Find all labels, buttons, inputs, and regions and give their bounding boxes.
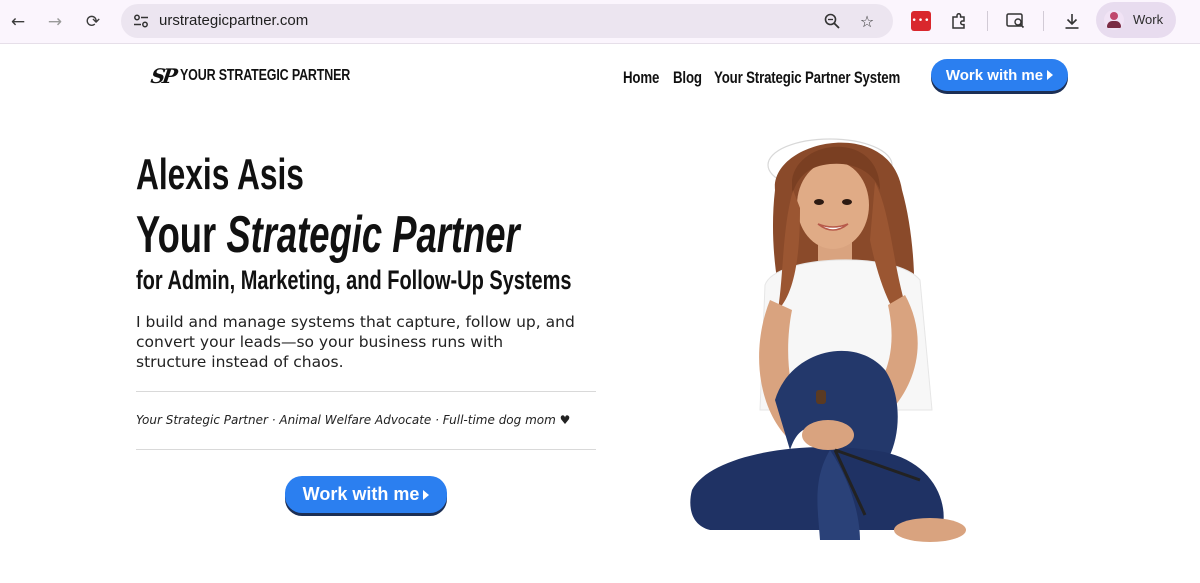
reload-icon[interactable]: ⟳ bbox=[79, 8, 107, 36]
site-logo[interactable]: SP YOUR STRATEGIC PARTNER bbox=[149, 64, 399, 88]
forward-arrow-icon[interactable]: → bbox=[41, 8, 69, 36]
logo-text: YOUR STRATEGIC PARTNER bbox=[180, 67, 351, 84]
profile-label: Work bbox=[1133, 12, 1164, 27]
browser-toolbar: ← → ⟳ urstrategicpartner.com ☆ ••• Work bbox=[0, 0, 1200, 44]
jeans-seated-leg bbox=[690, 446, 944, 530]
hero-work-with-me-button[interactable]: Work with me bbox=[285, 476, 447, 513]
divider-top bbox=[136, 391, 596, 392]
header-work-with-me-button[interactable]: Work with me bbox=[931, 59, 1068, 91]
nav-link-home[interactable]: Home bbox=[623, 68, 659, 88]
site-settings-icon[interactable] bbox=[131, 11, 151, 31]
foot bbox=[894, 518, 966, 542]
address-bar[interactable]: urstrategicpartner.com ☆ bbox=[121, 4, 893, 38]
header-cta-label: Work with me bbox=[945, 66, 1044, 84]
nav-link-blog[interactable]: Blog bbox=[673, 68, 702, 88]
hero-cta-label: Work with me bbox=[302, 484, 420, 504]
zoom-icon[interactable] bbox=[821, 10, 843, 32]
face bbox=[797, 161, 869, 249]
hero-headline: Your Strategic Partner bbox=[136, 205, 520, 265]
hero-body-text: I build and manage systems that capture,… bbox=[136, 313, 575, 371]
tab-search-icon[interactable] bbox=[1004, 9, 1028, 33]
hero-name: Alexis Asis bbox=[136, 150, 304, 199]
profile-chip[interactable]: Work bbox=[1096, 2, 1176, 38]
divider-bottom bbox=[136, 449, 596, 450]
clasped-hands bbox=[802, 420, 854, 450]
right-eye bbox=[842, 199, 852, 205]
profile-avatar-icon bbox=[1104, 10, 1124, 30]
back-arrow-icon[interactable]: ← bbox=[4, 8, 32, 36]
play-triangle-icon bbox=[1047, 70, 1054, 80]
bookmark-star-icon[interactable]: ☆ bbox=[856, 10, 878, 32]
hero-tagline: Your Strategic Partner · Animal Welfare … bbox=[136, 413, 571, 427]
toolbar-divider bbox=[1043, 11, 1044, 31]
nav-link-system[interactable]: Your Strategic Partner System bbox=[714, 68, 900, 88]
watch bbox=[816, 390, 826, 404]
toolbar-divider bbox=[987, 11, 988, 31]
hero-subheadline: for Admin, Marketing, and Follow-Up Syst… bbox=[136, 265, 572, 295]
left-eye bbox=[814, 199, 824, 205]
extension-icon[interactable]: ••• bbox=[911, 11, 931, 31]
hero-headline-prefix: Your bbox=[136, 206, 217, 264]
portrait-photo bbox=[690, 138, 966, 542]
logo-mark: SP bbox=[149, 64, 177, 88]
play-triangle-icon bbox=[423, 489, 430, 500]
url-text[interactable]: urstrategicpartner.com bbox=[159, 12, 308, 29]
hero-headline-emphasis: Strategic Partner bbox=[226, 206, 520, 264]
puzzle-icon[interactable] bbox=[947, 9, 971, 33]
download-icon[interactable] bbox=[1060, 9, 1084, 33]
